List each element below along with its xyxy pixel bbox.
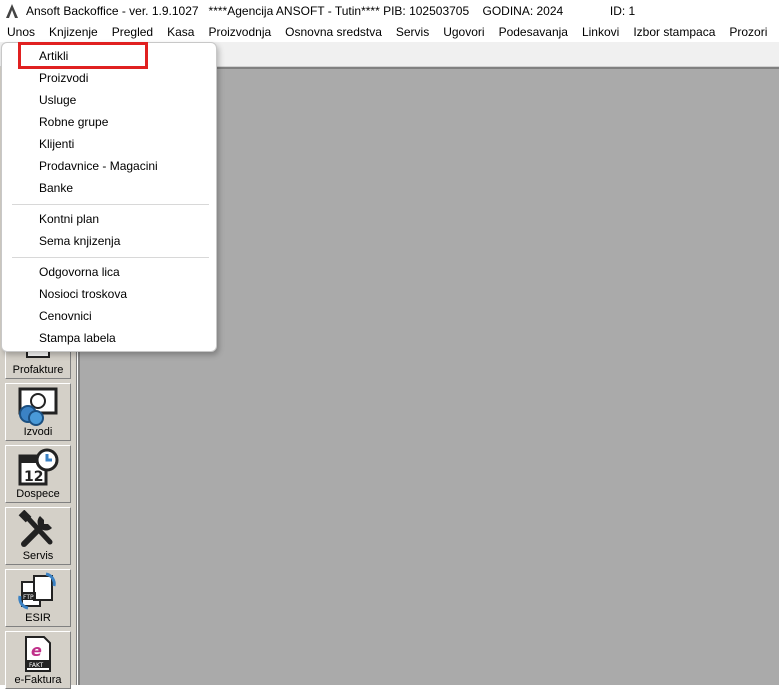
- sidebar-button-servis[interactable]: Servis: [5, 507, 71, 565]
- window-title: Ansoft Backoffice - ver. 1.9.1027 ****Ag…: [26, 4, 636, 18]
- e-invoice-icon: e FAKT: [16, 634, 60, 674]
- menu-item-proizvodi[interactable]: Proizvodi: [39, 68, 88, 88]
- app-logo-icon: [4, 3, 20, 19]
- sidebar-button-label: Dospece: [16, 488, 60, 500]
- menu-item-stampa-labela[interactable]: Stampa labela: [39, 328, 116, 348]
- sidebar-button-label: e-Faktura: [14, 674, 62, 686]
- menu-proizvodnja[interactable]: Proizvodnja: [201, 22, 278, 42]
- title-bar: Ansoft Backoffice - ver. 1.9.1027 ****Ag…: [0, 0, 779, 22]
- menu-item-odgovorna-lica[interactable]: Odgovorna lica: [39, 262, 120, 282]
- menu-podesavanja[interactable]: Podesavanja: [492, 22, 575, 42]
- highlight-box: [18, 42, 148, 69]
- sidebar-button-label: ESIR: [25, 612, 51, 624]
- svg-text:FTP: FTP: [23, 594, 34, 601]
- menu-item-usluge[interactable]: Usluge: [39, 90, 76, 110]
- menu-item-nosioci-troskova[interactable]: Nosioci troskova: [39, 284, 127, 304]
- menu-item-sema-knjizenja[interactable]: Sema knjizenja: [39, 231, 120, 251]
- unos-dropdown-menu: Artikli Proizvodi Usluge Robne grupe Kli…: [1, 42, 217, 352]
- menu-linkovi[interactable]: Linkovi: [575, 22, 626, 42]
- sidebar-button-izvodi[interactable]: Izvodi: [5, 383, 71, 441]
- menu-pregled[interactable]: Pregled: [105, 22, 160, 42]
- menu-separator: [12, 257, 209, 258]
- menu-separator: [12, 204, 209, 205]
- menu-kasa[interactable]: Kasa: [160, 22, 201, 42]
- menu-prozori[interactable]: Prozori: [722, 22, 774, 42]
- menu-knjizenje[interactable]: Knjizenje: [42, 22, 105, 42]
- menu-item-banke[interactable]: Banke: [39, 178, 73, 198]
- menu-osnovna-sredstva[interactable]: Osnovna sredstva: [278, 22, 389, 42]
- menu-izbor-stampaca[interactable]: Izbor stampaca: [626, 22, 722, 42]
- menu-servis[interactable]: Servis: [389, 22, 436, 42]
- svg-text:12: 12: [24, 469, 43, 485]
- sidebar-button-label: Izvodi: [23, 426, 53, 438]
- coins-icon: [16, 386, 60, 426]
- menu-item-klijenti[interactable]: Klijenti: [39, 134, 74, 154]
- menu-ugovori[interactable]: Ugovori: [436, 22, 491, 42]
- sidebar-button-e-faktura[interactable]: e FAKT e-Faktura: [5, 631, 71, 689]
- menu-item-robne-grupe[interactable]: Robne grupe: [39, 112, 108, 132]
- menu-item-prodavnice-magacini[interactable]: Prodavnice - Magacini: [39, 156, 158, 176]
- sidebar-button-label: Servis: [22, 550, 54, 562]
- menu-item-kontni-plan[interactable]: Kontni plan: [39, 209, 99, 229]
- calendar-clock-icon: 12: [16, 448, 60, 488]
- svg-text:e: e: [31, 641, 42, 660]
- menu-unos[interactable]: Unos: [0, 22, 42, 42]
- sidebar-button-esir[interactable]: FTP ESIR: [5, 569, 71, 627]
- sidebar-button-label: Profakture: [12, 364, 64, 376]
- menu-bar: Unos Knjizenje Pregled Kasa Proizvodnja …: [0, 22, 779, 42]
- sidebar-button-dospece[interactable]: 12 Dospece: [5, 445, 71, 503]
- tools-icon: [16, 510, 60, 550]
- menu-item-cenovnici[interactable]: Cenovnici: [39, 306, 92, 326]
- svg-text:FAKT: FAKT: [29, 662, 43, 669]
- ftp-documents-icon: FTP: [16, 572, 60, 612]
